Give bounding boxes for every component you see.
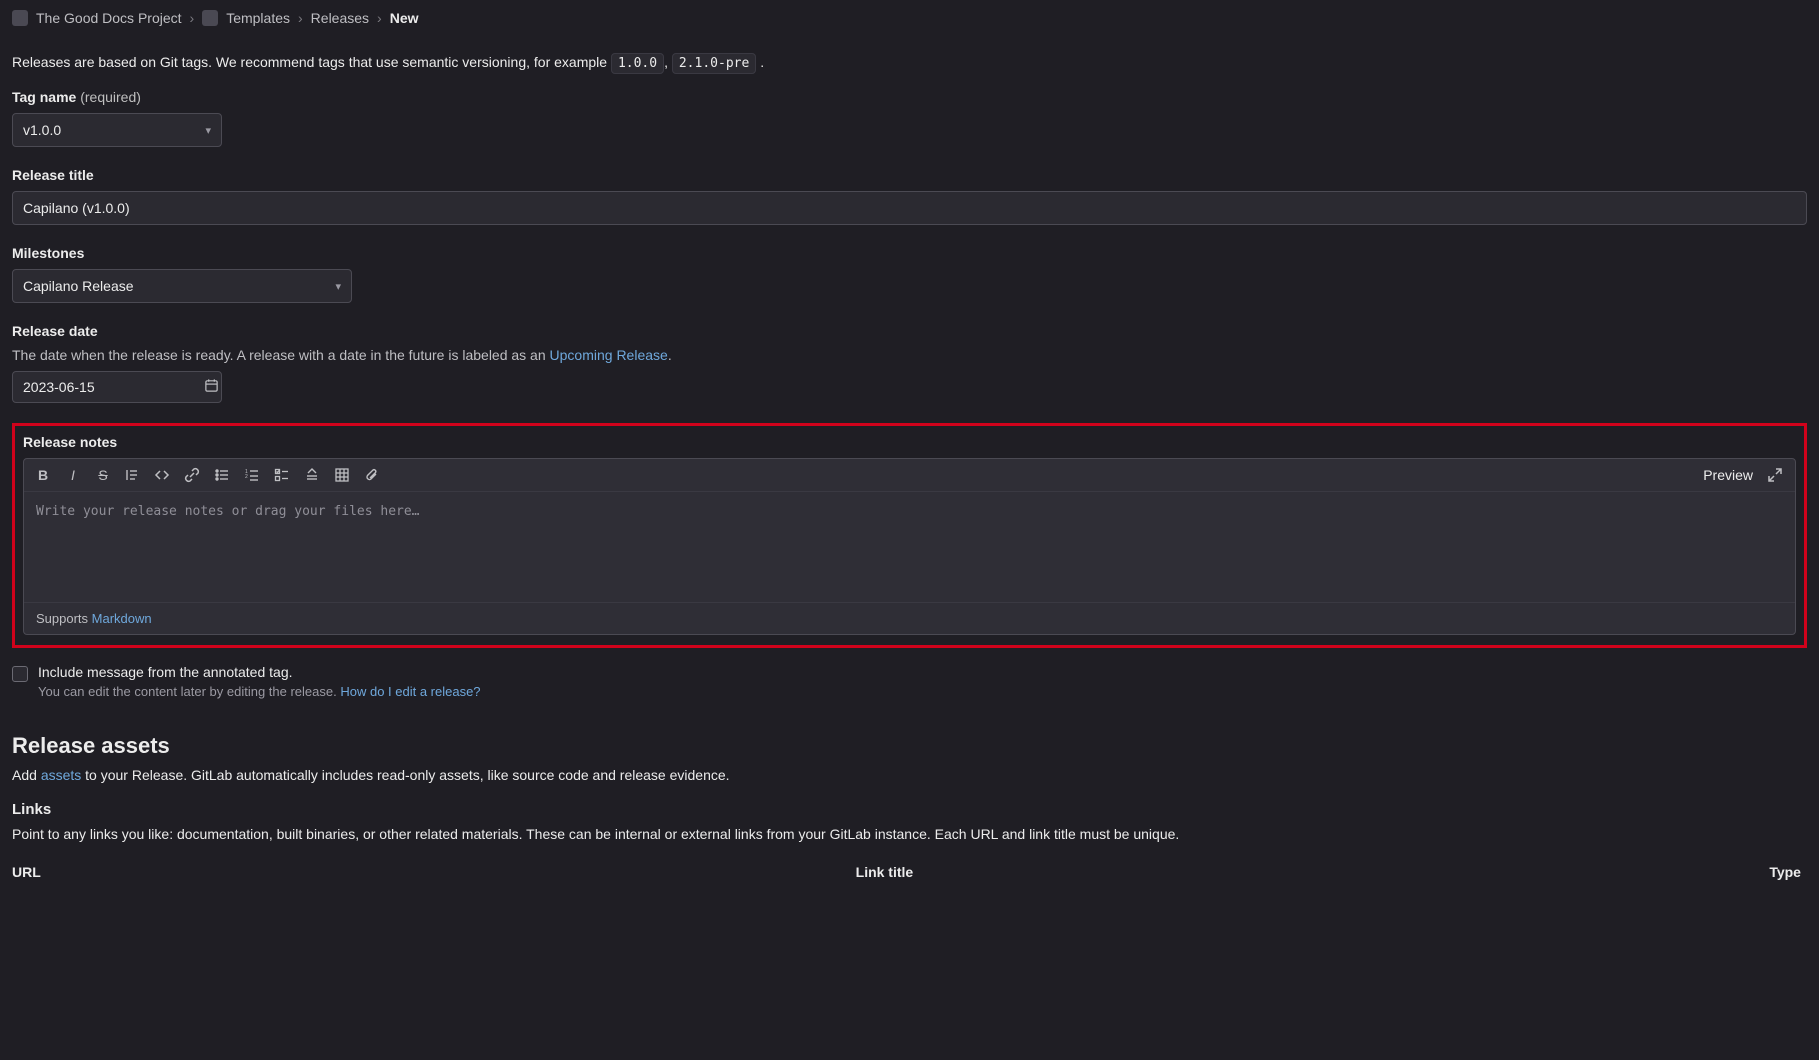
- fullscreen-icon[interactable]: [1767, 467, 1785, 483]
- include-tag-sub: You can edit the content later by editin…: [38, 684, 481, 699]
- include-tag-label: Include message from the annotated tag.: [38, 664, 481, 680]
- release-notes-highlight: Release notes B I S 12: [12, 423, 1807, 648]
- editor-toolbar: B I S 12: [24, 459, 1795, 492]
- release-assets-heading: Release assets: [12, 733, 1807, 759]
- release-notes-label: Release notes: [23, 434, 1796, 450]
- links-heading: Links: [12, 801, 1807, 818]
- code-icon[interactable]: [154, 467, 172, 483]
- release-date-input-wrap[interactable]: [12, 371, 222, 403]
- table-icon[interactable]: [334, 467, 352, 483]
- milestones-label: Milestones: [12, 245, 1807, 261]
- breadcrumb-group[interactable]: Templates: [226, 10, 290, 26]
- breadcrumb-sep: ›: [190, 10, 195, 26]
- field-tag-name: Tag name (required) v1.0.0 ▾: [12, 89, 1807, 147]
- bullet-list-icon[interactable]: [214, 467, 232, 483]
- col-type: Type: [1699, 864, 1807, 880]
- calendar-icon[interactable]: [204, 378, 219, 396]
- bold-icon[interactable]: B: [34, 467, 52, 483]
- col-link-title: Link title: [856, 864, 1700, 880]
- include-tag-checkbox[interactable]: [12, 666, 28, 682]
- release-date-input[interactable]: [23, 379, 204, 395]
- links-columns-header: URL Link title Type: [12, 864, 1807, 880]
- numbered-list-icon[interactable]: 12: [244, 467, 262, 483]
- tag-name-label: Tag name (required): [12, 89, 1807, 105]
- release-date-helper: The date when the release is ready. A re…: [12, 347, 1807, 363]
- include-tag-row: Include message from the annotated tag. …: [12, 664, 1807, 699]
- strikethrough-icon[interactable]: S: [94, 467, 112, 483]
- intro-text: Releases are based on Git tags. We recom…: [12, 54, 1807, 71]
- breadcrumb-current: New: [390, 10, 419, 26]
- project-icon: [12, 10, 28, 26]
- editor-footer: Supports Markdown: [24, 602, 1795, 634]
- field-release-date: Release date The date when the release i…: [12, 323, 1807, 403]
- release-assets-intro: Add assets to your Release. GitLab autom…: [12, 767, 1807, 783]
- breadcrumb-project[interactable]: The Good Docs Project: [36, 10, 182, 26]
- release-notes-editor: B I S 12: [23, 458, 1796, 635]
- attachment-icon[interactable]: [364, 467, 382, 483]
- svg-text:2: 2: [245, 474, 248, 480]
- how-edit-release-link[interactable]: How do I edit a release?: [340, 684, 480, 699]
- col-url: URL: [12, 864, 856, 880]
- markdown-link[interactable]: Markdown: [92, 611, 152, 626]
- release-date-label: Release date: [12, 323, 1807, 339]
- tag-name-select[interactable]: v1.0.0 ▾: [12, 113, 222, 147]
- assets-link[interactable]: assets: [41, 767, 81, 783]
- links-intro: Point to any links you like: documentati…: [12, 826, 1807, 842]
- link-icon[interactable]: [184, 467, 202, 483]
- quote-icon[interactable]: [124, 467, 142, 483]
- intro-code-1: 1.0.0: [611, 53, 664, 74]
- preview-button[interactable]: Preview: [1703, 467, 1753, 483]
- chevron-down-icon: ▾: [335, 280, 341, 293]
- task-list-icon[interactable]: [274, 467, 292, 483]
- breadcrumb: The Good Docs Project › Templates › Rele…: [12, 0, 1807, 40]
- milestones-select[interactable]: Capilano Release ▾: [12, 269, 352, 303]
- release-title-label: Release title: [12, 167, 1807, 183]
- breadcrumb-section[interactable]: Releases: [311, 10, 369, 26]
- intro-code-2: 2.1.0-pre: [672, 53, 756, 74]
- milestones-value: Capilano Release: [23, 278, 134, 294]
- tag-name-value: v1.0.0: [23, 122, 61, 138]
- release-title-input[interactable]: [12, 191, 1807, 225]
- breadcrumb-sep: ›: [377, 10, 382, 26]
- collapse-icon[interactable]: [304, 467, 322, 483]
- field-milestones: Milestones Capilano Release ▾: [12, 245, 1807, 303]
- breadcrumb-sep: ›: [298, 10, 303, 26]
- upcoming-release-link[interactable]: Upcoming Release: [550, 347, 668, 363]
- release-notes-textarea[interactable]: Write your release notes or drag your fi…: [24, 492, 1795, 602]
- group-icon: [202, 10, 218, 26]
- italic-icon[interactable]: I: [64, 467, 82, 483]
- chevron-down-icon: ▾: [205, 124, 211, 137]
- field-release-title: Release title: [12, 167, 1807, 225]
